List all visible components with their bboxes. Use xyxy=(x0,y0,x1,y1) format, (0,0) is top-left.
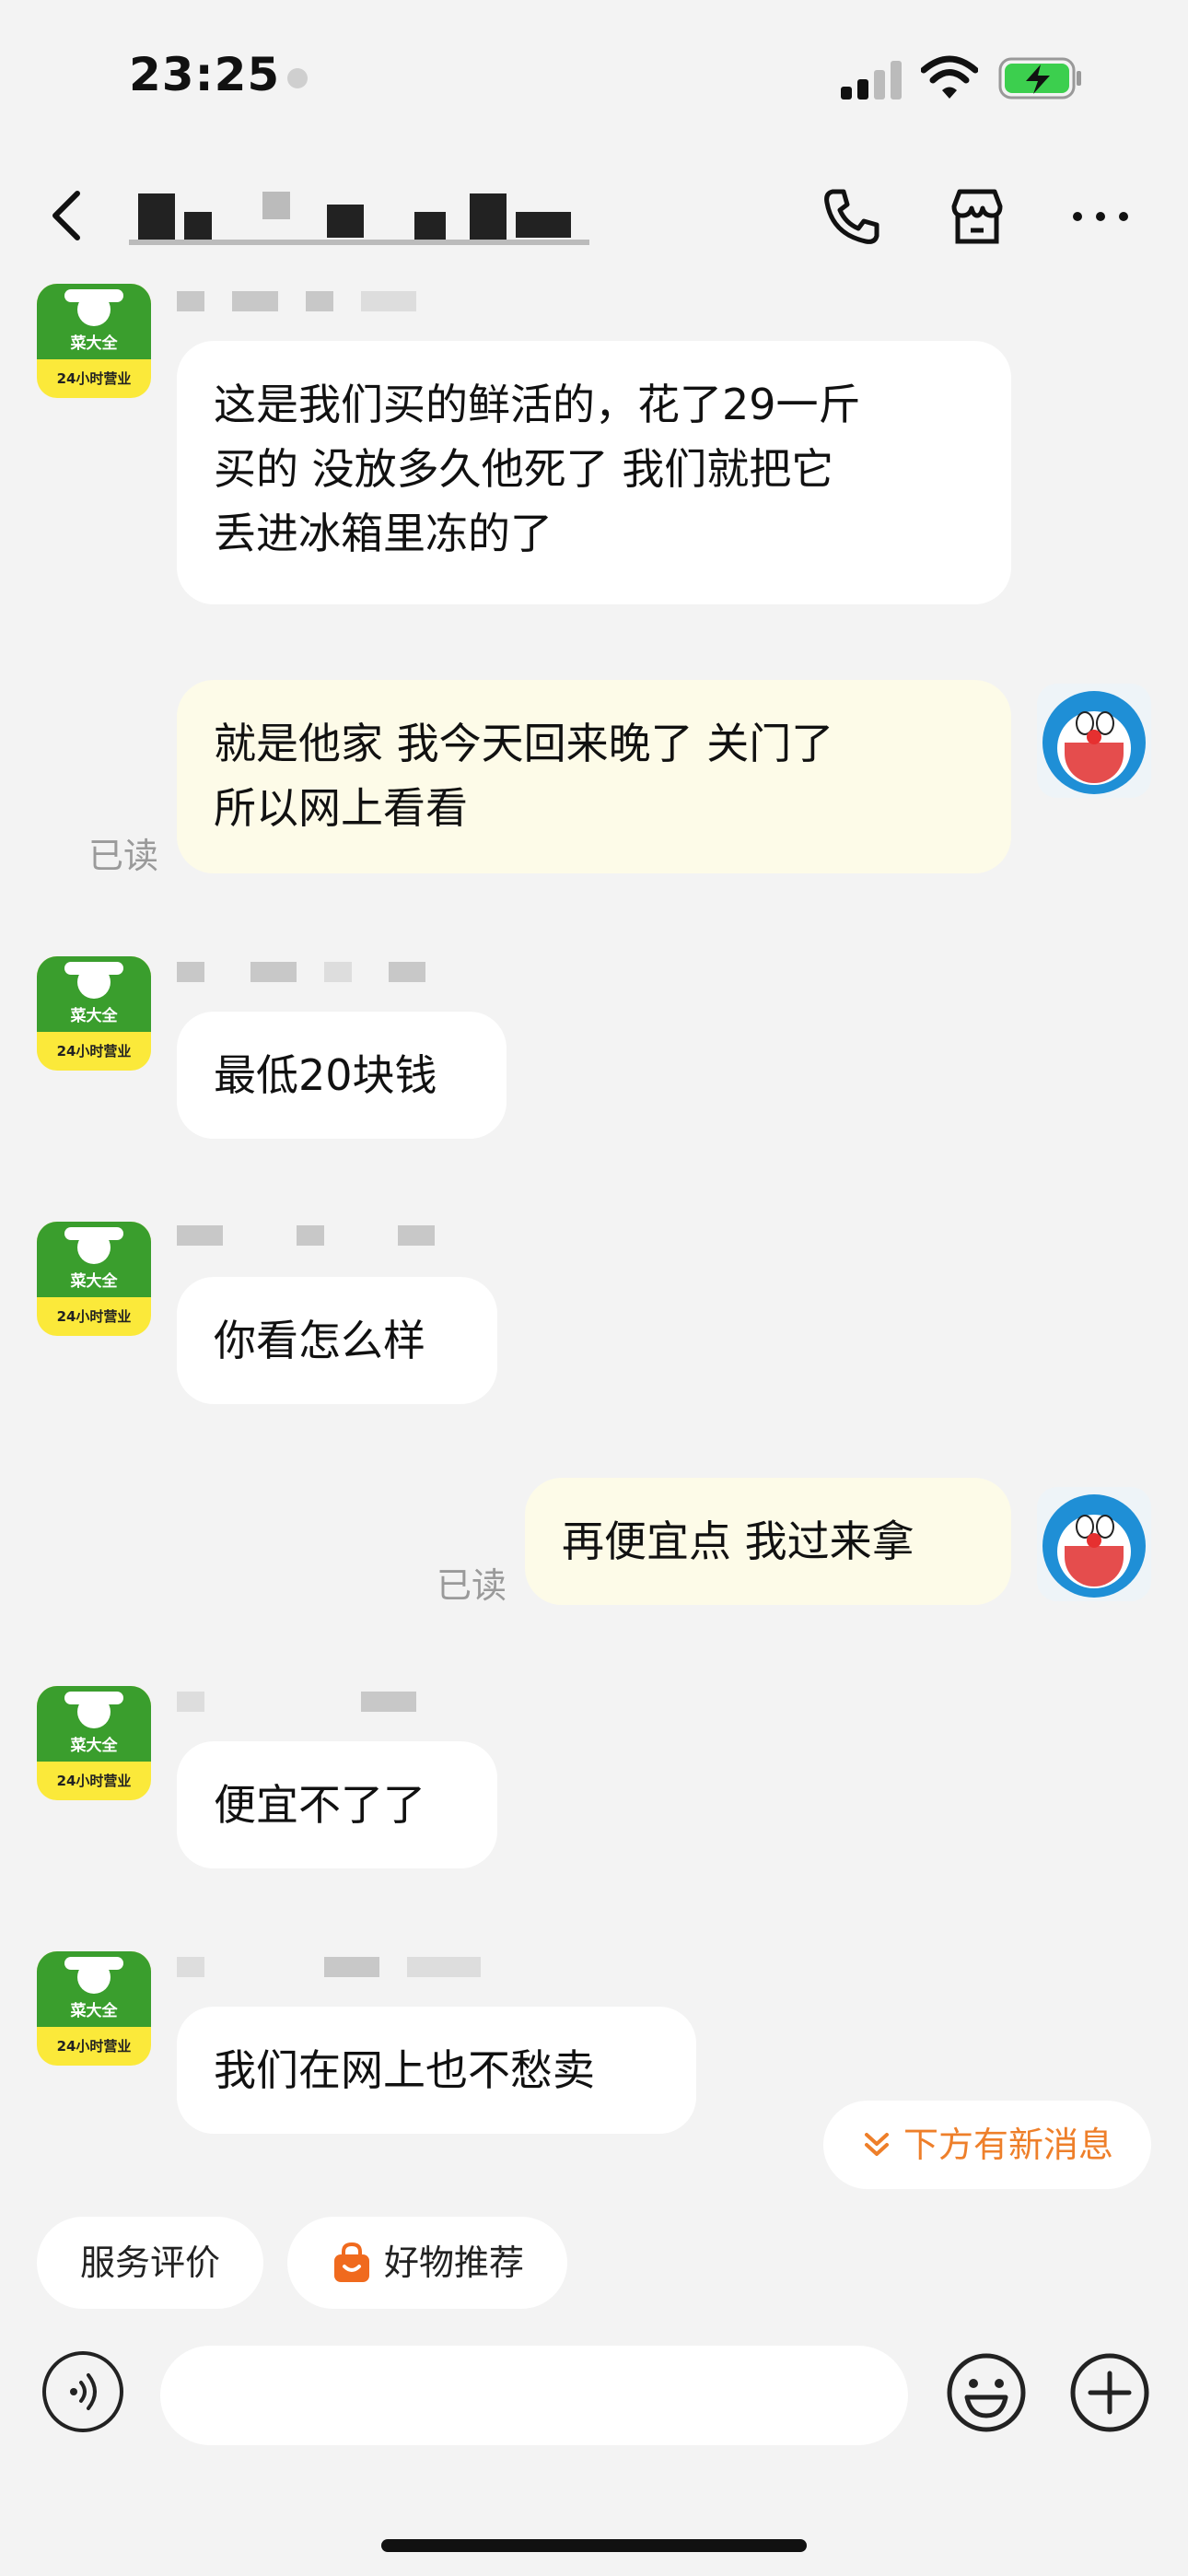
double-chevron-down-icon xyxy=(864,2133,889,2156)
more-icon[interactable] xyxy=(1068,184,1133,249)
sender-name xyxy=(177,1688,472,1715)
chip-label: 服务评价 xyxy=(79,2242,220,2283)
shop-avatar[interactable]: 菜大全 24小时营业 xyxy=(37,1686,151,1800)
message-bubble-incoming[interactable]: 我们在网上也不愁卖 xyxy=(177,2007,696,2134)
conversation-title xyxy=(129,184,589,251)
shopping-bag-icon xyxy=(333,2242,369,2282)
sender-name xyxy=(177,958,472,986)
message-bubble-incoming[interactable]: 便宜不了了 xyxy=(177,1741,497,1868)
message-bubble-outgoing[interactable]: 再便宜点 我过来拿 xyxy=(525,1478,1011,1605)
battery-charging-icon xyxy=(998,57,1081,100)
wifi-icon xyxy=(921,55,978,99)
user-avatar[interactable] xyxy=(1037,1487,1151,1601)
message-input[interactable] xyxy=(160,2346,908,2445)
chip-label: 好物推荐 xyxy=(383,2242,524,2283)
new-messages-label: 下方有新消息 xyxy=(903,2125,1113,2165)
plus-icon[interactable] xyxy=(1068,2351,1151,2434)
emoji-icon[interactable] xyxy=(945,2351,1028,2434)
back-chevron-icon[interactable] xyxy=(48,188,85,243)
message-bubble-incoming[interactable]: 这是我们买的鲜活的，花了29一斤 买的 没放多久他死了 我们就把它 丢进冰箱里冻… xyxy=(177,341,1011,604)
status-time: 23:25 xyxy=(129,48,281,101)
shop-avatar[interactable]: 菜大全 24小时营业 xyxy=(37,284,151,398)
new-messages-below-button[interactable]: 下方有新消息 xyxy=(823,2101,1151,2189)
store-icon[interactable] xyxy=(945,184,1009,249)
cellular-signal-icon xyxy=(841,61,902,100)
shop-avatar[interactable]: 菜大全 24小时营业 xyxy=(37,1222,151,1336)
service-rating-chip[interactable]: 服务评价 xyxy=(37,2217,263,2309)
read-receipt: 已读 xyxy=(88,836,159,876)
user-avatar[interactable] xyxy=(1037,684,1151,798)
sender-name xyxy=(177,1222,472,1249)
sender-name xyxy=(177,1953,527,1981)
phone-icon[interactable] xyxy=(820,184,884,249)
read-receipt: 已读 xyxy=(437,1565,507,1606)
voice-input-button[interactable] xyxy=(42,2351,123,2432)
sender-name xyxy=(177,287,472,315)
shop-avatar[interactable]: 菜大全 24小时营业 xyxy=(37,956,151,1071)
message-bubble-outgoing[interactable]: 就是他家 我今天回来晚了 关门了 所以网上看看 xyxy=(177,680,1011,873)
status-indicator-dot xyxy=(287,68,308,88)
voice-icon xyxy=(70,2373,97,2410)
home-indicator xyxy=(381,2539,807,2552)
recommended-goods-chip[interactable]: 好物推荐 xyxy=(287,2217,567,2309)
shop-avatar[interactable]: 菜大全 24小时营业 xyxy=(37,1951,151,2066)
message-bubble-incoming[interactable]: 你看怎么样 xyxy=(177,1277,497,1404)
message-bubble-incoming[interactable]: 最低20块钱 xyxy=(177,1012,507,1139)
